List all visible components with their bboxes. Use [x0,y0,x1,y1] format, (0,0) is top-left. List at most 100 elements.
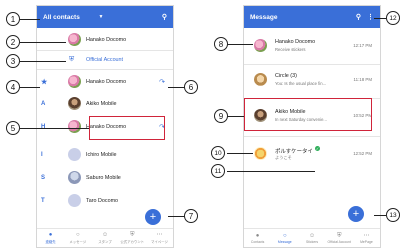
shield-icon: ⛨ [69,56,75,63]
sticker-icon: ☺ [101,232,109,238]
avatar [68,194,81,207]
avatar [254,147,267,160]
new-contact-button[interactable]: + [145,209,161,225]
nav-stickers[interactable]: ☺ スタンプ [91,229,118,247]
message-title: Message [250,13,278,21]
nav-label: Message [277,239,292,244]
nav-mypage[interactable]: ⋯ MePage [353,229,380,247]
index-letter: A [41,101,46,107]
nav-label: Contacts [250,239,265,244]
highlight-box [244,98,372,131]
avatar [68,120,81,133]
more-horiz-icon: ⋯ [363,232,370,239]
nav-official[interactable]: ⛨ Official Account [326,229,353,247]
thread-time: 12:17 PM [353,43,372,48]
official-account-row[interactable]: ⛨ Official Account [37,52,173,68]
thread-row[interactable]: ポルすケータイ ✓ ようこそ 12:52 PM [244,140,380,168]
leader-line [227,116,244,117]
index-letter: T [41,198,45,204]
person-icon: ● [48,232,53,238]
contact-name: Taro Docomo [86,198,119,204]
divider [244,64,380,65]
thread-time: 11:18 PM [353,77,372,82]
search-icon[interactable]: ⚲ [356,13,361,21]
leader-line [227,44,253,45]
callout-5: 5 [6,121,20,135]
divider [244,136,380,137]
person-icon: ● [255,232,260,239]
thread-name: Hanako Docomo [275,39,316,45]
avatar [254,73,267,86]
more-horiz-icon: ⋯ [156,232,163,238]
contact-row[interactable]: A Akiko Mobile [37,95,173,113]
new-message-button[interactable]: + [348,206,364,222]
thread-name: ポルすケータイ [275,149,313,155]
verified-badge-icon: ✓ [315,146,320,151]
callout-10: 10 [211,146,225,160]
nav-mypage[interactable]: ⋯ マイページ [146,229,173,247]
message-app-bar: Message ⚲ ⋮ [244,6,380,28]
contacts-title[interactable]: All contacts [43,14,95,21]
bottom-nav: ● Contacts ○ Message ☺ Stickers ⛨ Official A… [244,228,380,247]
leader-line [227,171,315,172]
shield-icon: ⛨ [129,232,135,238]
thread-row[interactable]: Circle (3) You: Is the usual place fin..… [244,66,380,94]
more-vert-icon[interactable]: ⋮ [367,13,374,21]
thread-time: 12:52 PM [353,151,372,156]
nav-label: MePage [360,239,373,244]
leader-line [227,153,253,154]
chat-icon: ○ [75,232,80,238]
contact-row[interactable]: S Saburo Mobile [37,169,173,187]
contact-name: Saburo Mobile [86,175,121,181]
thread-preview: Receive stickers [275,47,306,52]
leader-line [20,128,89,129]
leader-line [20,42,66,43]
thread-preview: You: Is the usual place fin... [275,81,327,86]
avatar [68,97,81,110]
nav-messages[interactable]: ○ Message [271,229,298,247]
nav-label: メッセージ [69,240,87,244]
favorite-row[interactable]: ★ Hanako Docomo ↷ [37,73,173,91]
nav-official[interactable]: ⛨ 公式アカウント [119,229,146,247]
callout-9: 9 [214,109,228,123]
contact-name: Akiko Mobile [86,101,117,107]
star-icon: ★ [41,79,48,86]
contacts-app-bar: All contacts ▼ ⚲ [37,6,173,28]
divider [37,69,173,70]
callout-4: 4 [6,80,20,94]
nav-contacts[interactable]: ● 連絡先 [37,229,64,247]
leader-line [374,18,386,19]
nav-label: スタンプ [98,240,112,244]
leader-line [20,19,40,20]
contact-name: Hanako Docomo [86,79,127,85]
callout-7: 7 [184,209,198,223]
shield-icon: ⛨ [336,232,342,239]
nav-messages[interactable]: ○ メッセージ [64,229,91,247]
contact-name: Ichiro Mobile [86,152,117,158]
avatar [68,75,81,88]
sticker-icon: ☺ [308,232,316,239]
nav-label: 公式アカウント [120,240,145,244]
callout-12: 12 [386,11,400,25]
thread-row[interactable]: Hanako Docomo Receive stickers 12:17 PM [244,32,380,60]
nav-contacts[interactable]: ● Contacts [244,229,271,247]
index-letter: H [41,124,46,130]
callout-6: 6 [184,80,198,94]
search-icon[interactable]: ⚲ [162,13,167,21]
thread-preview: ようこそ [275,155,292,160]
nav-label: 連絡先 [45,240,56,244]
callout-1: 1 [6,12,20,26]
share-icon[interactable]: ↷ [159,78,165,86]
caret-down-icon[interactable]: ▼ [98,14,103,20]
leader-line [374,215,386,216]
my-profile-row[interactable]: Hanako Docomo [37,31,173,49]
callout-2: 2 [6,35,20,49]
callout-13: 13 [386,208,400,222]
official-account-label: Official Account [86,57,124,63]
avatar [68,148,81,161]
nav-stickers[interactable]: ☺ Stickers [298,229,325,247]
callout-8: 8 [214,37,228,51]
contact-row[interactable]: T Taro Docomo [37,192,173,210]
leader-line [20,61,66,62]
contact-row[interactable]: I Ichiro Mobile [37,146,173,164]
